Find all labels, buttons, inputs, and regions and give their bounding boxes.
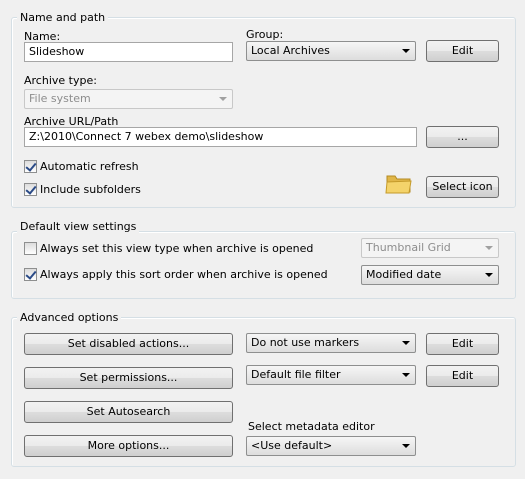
chevron-down-icon	[485, 246, 493, 250]
file-filter-edit-button[interactable]: Edit	[426, 365, 499, 387]
chevron-down-icon	[402, 373, 410, 377]
browse-button[interactable]: ...	[426, 126, 499, 148]
markers-edit-button[interactable]: Edit	[426, 333, 499, 355]
group-edit-button[interactable]: Edit	[426, 40, 499, 62]
automatic-refresh-checkbox[interactable]	[24, 160, 37, 173]
group-label: Group:	[246, 28, 284, 41]
check-mark-icon	[25, 268, 37, 280]
group-select-value: Local Archives	[251, 44, 330, 57]
more-options-button[interactable]: More options...	[24, 435, 233, 457]
name-and-path-title: Name and path	[17, 11, 109, 24]
chevron-down-icon	[402, 49, 410, 53]
group-select[interactable]: Local Archives	[246, 41, 416, 61]
chevron-down-icon	[485, 273, 493, 277]
view-type-value: Thumbnail Grid	[366, 241, 451, 254]
name-field[interactable]: Slideshow	[24, 42, 233, 62]
archive-type-value: File system	[29, 92, 91, 105]
archive-type-select: File system	[24, 89, 233, 109]
archive-url-field[interactable]: Z:\2010\Connect 7 webex demo\slideshow	[24, 127, 417, 147]
default-view-title: Default view settings	[17, 220, 140, 233]
archive-type-label: Archive type:	[24, 74, 97, 87]
sort-order-select[interactable]: Modified date	[361, 265, 499, 285]
chevron-down-icon	[402, 444, 410, 448]
view-type-label[interactable]: Always set this view type when archive i…	[40, 242, 313, 255]
include-subfolders-label[interactable]: Include subfolders	[40, 183, 141, 196]
sort-order-value: Modified date	[366, 268, 442, 281]
check-mark-icon	[25, 160, 37, 172]
sort-order-label[interactable]: Always apply this sort order when archiv…	[40, 268, 328, 281]
set-disabled-actions-button[interactable]: Set disabled actions...	[24, 333, 233, 355]
metadata-editor-label: Select metadata editor	[248, 420, 375, 433]
file-filter-select[interactable]: Default file filter	[246, 365, 416, 385]
check-mark-icon	[25, 183, 37, 195]
metadata-editor-value: <Use default>	[251, 439, 333, 452]
set-autosearch-button[interactable]: Set Autosearch	[24, 401, 233, 423]
view-type-checkbox[interactable]	[24, 242, 37, 255]
chevron-down-icon	[402, 341, 410, 345]
advanced-options-title: Advanced options	[17, 311, 122, 324]
markers-value: Do not use markers	[251, 336, 360, 349]
set-permissions-button[interactable]: Set permissions...	[24, 367, 233, 389]
markers-select[interactable]: Do not use markers	[246, 333, 416, 353]
folder-icon	[385, 175, 412, 194]
file-filter-value: Default file filter	[251, 368, 341, 381]
sort-order-checkbox[interactable]	[24, 268, 37, 281]
chevron-down-icon	[219, 97, 227, 101]
select-icon-button[interactable]: Select icon	[426, 176, 499, 198]
include-subfolders-checkbox[interactable]	[24, 183, 37, 196]
metadata-editor-select[interactable]: <Use default>	[246, 436, 416, 456]
view-type-select: Thumbnail Grid	[361, 238, 499, 258]
automatic-refresh-label[interactable]: Automatic refresh	[40, 160, 139, 173]
